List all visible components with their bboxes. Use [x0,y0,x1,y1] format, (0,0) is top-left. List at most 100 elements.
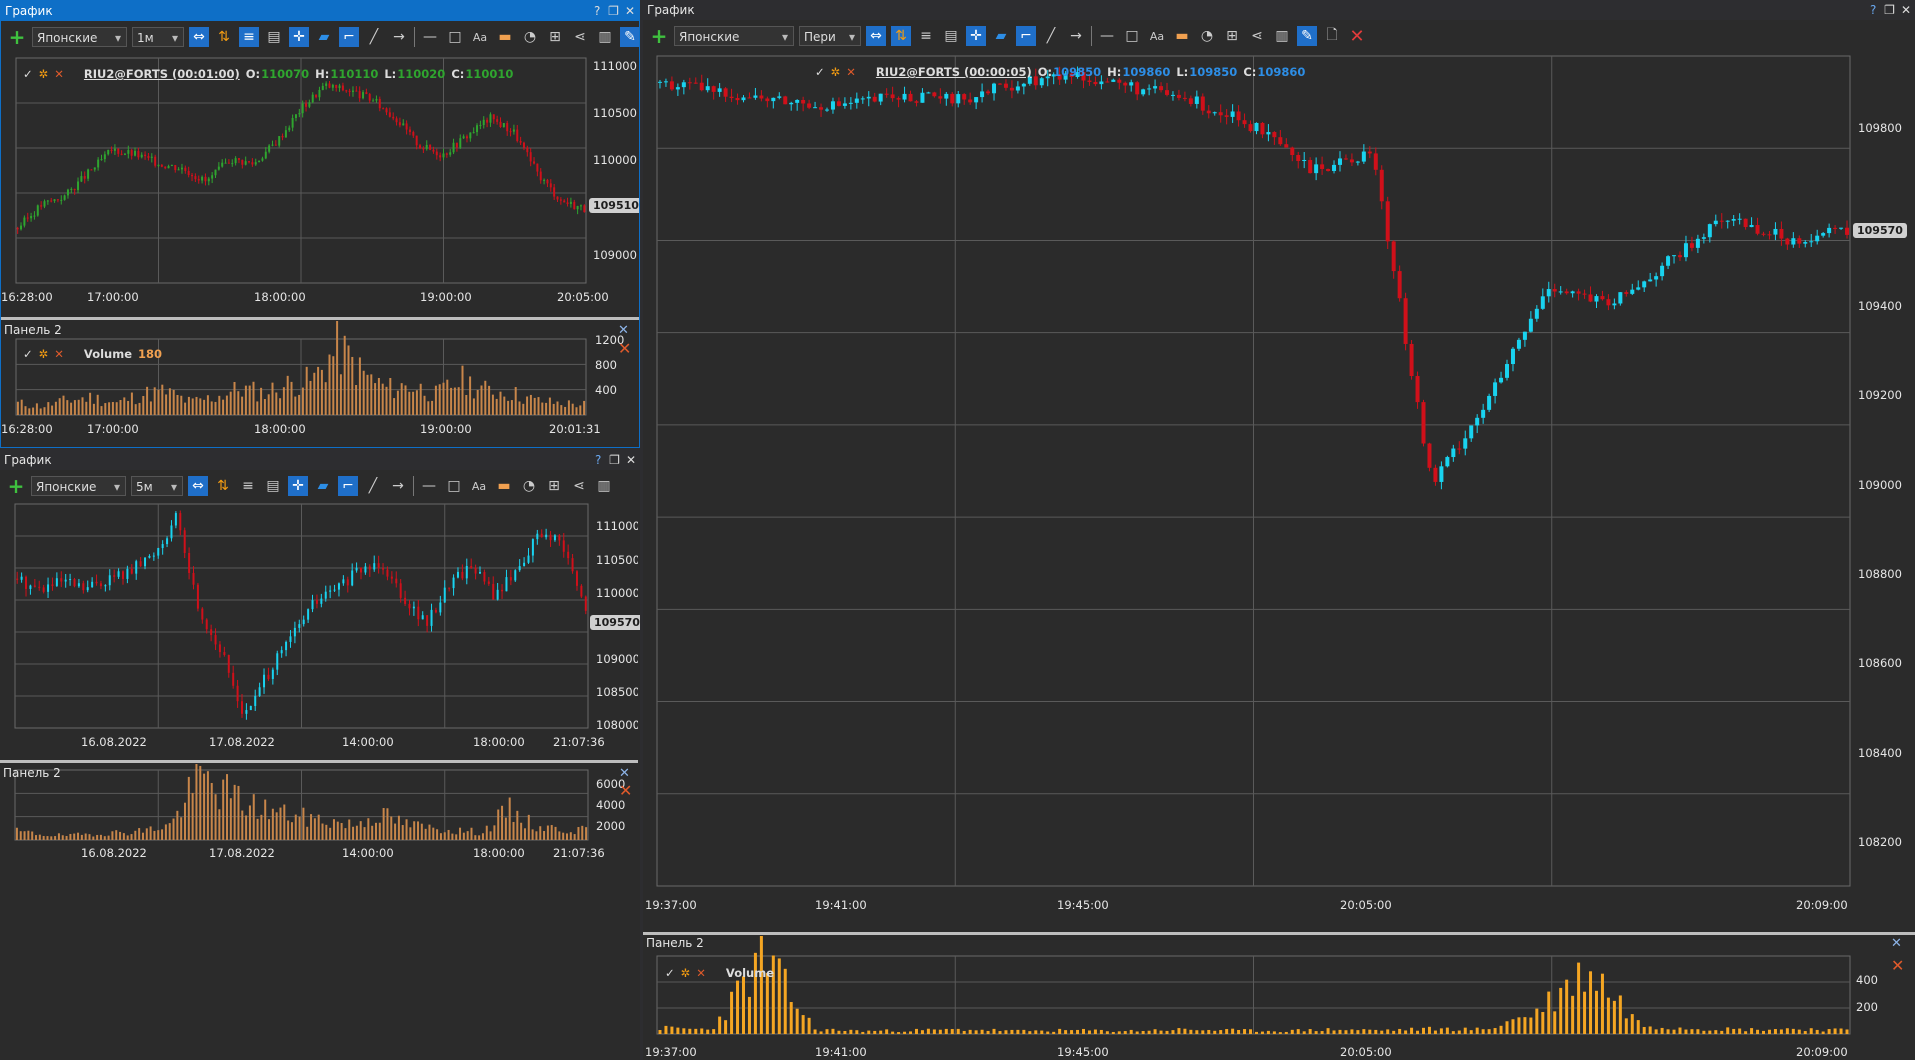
price-chart-svg[interactable]: 109800 109400 109200 109000 108800 10860… [643,52,1915,914]
restore-icon[interactable]: ❐ [1884,0,1895,20]
gauge-icon[interactable]: ◔ [1197,26,1217,46]
rectangle-icon[interactable]: □ [1122,26,1142,46]
close-panel-icon[interactable]: ✕ [1891,956,1904,975]
pin-icon[interactable]: ✕ [1891,936,1902,951]
timeframe-select[interactable]: 1м [132,27,184,47]
symbol-label[interactable]: RIU2@FORTS (00:00:05) [876,65,1032,79]
scroll-sync-icon[interactable]: ⇔ [866,26,886,46]
add-element-icon[interactable]: + [7,25,27,49]
remove-icon[interactable]: ✕ [54,347,64,361]
share-icon[interactable]: ⋖ [570,27,590,47]
check-icon[interactable]: ✓ [665,966,675,980]
hline-icon[interactable]: — [1097,26,1117,46]
pin-icon[interactable]: ✕ [619,766,630,781]
sort-arrows-icon[interactable]: ⇅ [214,27,234,47]
arrow-draw-icon[interactable]: → [388,476,408,496]
restore-icon[interactable]: ❐ [608,1,619,21]
remove-icon[interactable]: ✕ [696,966,706,980]
close-panel-icon[interactable]: ✕ [619,781,632,800]
volume-chart-svg[interactable]: 400 200 19:37:00 19:41:00 19:45:00 20:05… [643,936,1915,1060]
crosshair-icon[interactable]: ✛ [966,26,986,46]
close-icon[interactable]: ✕ [1901,0,1911,20]
settings-icon[interactable]: ✲ [681,966,691,980]
indicator-add-icon[interactable]: ⊞ [1222,26,1242,46]
highlight-icon[interactable]: ▬ [494,476,514,496]
close-panel-icon[interactable]: ✕ [618,339,631,358]
remove-icon[interactable]: ✕ [54,67,64,81]
text-icon[interactable]: Aa [1147,26,1167,46]
arrow-draw-icon[interactable]: → [389,27,409,47]
panel-splitter[interactable] [1,317,639,320]
document-icon[interactable]: ▤ [263,476,283,496]
rectangle-icon[interactable]: □ [445,27,465,47]
export-icon[interactable]: 🗋 [1322,26,1342,46]
hline-icon[interactable]: — [420,27,440,47]
step-icon[interactable]: ⌐ [1016,26,1036,46]
text-icon[interactable]: Aa [469,476,489,496]
settings-icon[interactable]: ✲ [39,347,49,361]
comment-icon[interactable]: ▰ [314,27,334,47]
sort-arrows-icon[interactable]: ⇅ [213,476,233,496]
symbol-label[interactable]: RIU2@FORTS (00:01:00) [84,67,240,81]
ruler-icon[interactable]: ✎ [620,27,639,47]
list-icon[interactable]: ≡ [239,27,259,47]
share-icon[interactable]: ⋖ [1247,26,1267,46]
chart-style-select[interactable]: Японские [674,26,794,46]
indicator-add-icon[interactable]: ⊞ [545,27,565,47]
properties-icon[interactable]: ▥ [595,27,615,47]
window-title-bar[interactable]: График ? ❐ ✕ [1,1,639,21]
pin-icon[interactable]: ✕ [618,323,629,338]
help-icon[interactable]: ? [1868,0,1878,20]
volume-chart-svg[interactable]: 6000 4000 2000 16.08.2022 17.08.2022 14:… [0,764,638,860]
chart-style-select[interactable]: Японские [31,476,126,496]
volume-chart-svg[interactable]: 1200 800 400 16:28:00 17:00:00 18:00:00 … [1,321,639,445]
check-icon[interactable]: ✓ [815,65,825,79]
step-icon[interactable]: ⌐ [339,27,359,47]
crosshair-icon[interactable]: ✛ [289,27,309,47]
sort-arrows-icon[interactable]: ⇅ [891,26,911,46]
add-element-icon[interactable]: + [649,24,669,48]
document-icon[interactable]: ▤ [264,27,284,47]
settings-icon[interactable]: ✲ [831,65,841,79]
timeframe-select[interactable]: 5м [131,476,183,496]
line-draw-icon[interactable]: ╱ [364,27,384,47]
check-icon[interactable]: ✓ [23,67,33,81]
crosshair-icon[interactable]: ✛ [288,476,308,496]
clear-chart-icon[interactable]: ✕ [1347,26,1367,47]
line-draw-icon[interactable]: ╱ [363,476,383,496]
comment-icon[interactable]: ▰ [313,476,333,496]
help-icon[interactable]: ? [592,1,602,21]
scroll-sync-icon[interactable]: ⇔ [189,27,209,47]
comment-icon[interactable]: ▰ [991,26,1011,46]
chart-style-select[interactable]: Японские [32,27,127,47]
settings-icon[interactable]: ✲ [39,67,49,81]
highlight-icon[interactable]: ▬ [1172,26,1192,46]
panel-splitter[interactable] [643,932,1915,935]
timeframe-select[interactable]: Пери [799,26,861,46]
rectangle-icon[interactable]: □ [444,476,464,496]
arrow-draw-icon[interactable]: → [1066,26,1086,46]
window-title-bar[interactable]: График ? ❐ ✕ [643,0,1915,20]
hline-icon[interactable]: — [419,476,439,496]
text-icon[interactable]: Aa [470,27,490,47]
list-icon[interactable]: ≡ [916,26,936,46]
step-icon[interactable]: ⌐ [338,476,358,496]
close-icon[interactable]: ✕ [626,450,636,470]
line-draw-icon[interactable]: ╱ [1041,26,1061,46]
ruler-icon[interactable]: ✎ [1297,26,1317,46]
indicator-add-icon[interactable]: ⊞ [544,476,564,496]
remove-icon[interactable]: ✕ [846,65,856,79]
highlight-icon[interactable]: ▬ [495,27,515,47]
close-icon[interactable]: ✕ [625,1,635,21]
list-icon[interactable]: ≡ [238,476,258,496]
help-icon[interactable]: ? [593,450,603,470]
gauge-icon[interactable]: ◔ [519,476,539,496]
panel-splitter[interactable] [0,760,638,763]
add-element-icon[interactable]: + [6,474,26,498]
price-chart-svg[interactable]: 111000 110500 110000 109000 16:28:00 17:… [1,53,639,317]
restore-icon[interactable]: ❐ [609,450,620,470]
share-icon[interactable]: ⋖ [569,476,589,496]
window-title-bar[interactable]: График ? ❐ ✕ [0,450,640,470]
price-chart-svg[interactable]: 111000 110500 110000 109000 108500 10800… [0,502,638,760]
document-icon[interactable]: ▤ [941,26,961,46]
